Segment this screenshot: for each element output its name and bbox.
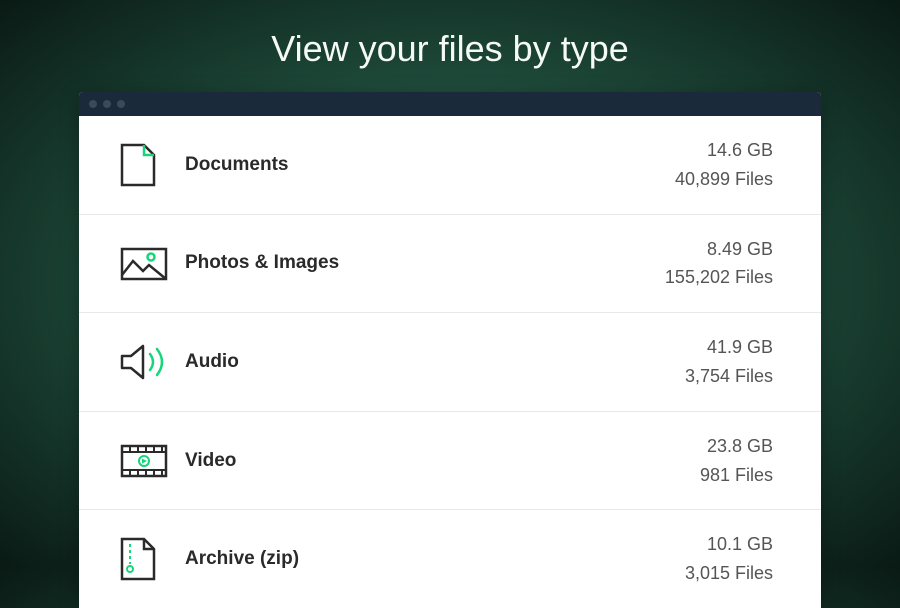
row-label: Photos & Images [185, 252, 665, 274]
row-stats: 23.8 GB 981 Files [700, 432, 773, 490]
page-title: View your files by type [0, 0, 900, 92]
row-file-count: 40,899 Files [675, 165, 773, 194]
window-dot [89, 100, 97, 108]
row-stats: 41.9 GB 3,754 Files [685, 333, 773, 391]
row-size: 41.9 GB [685, 333, 773, 362]
row-size: 14.6 GB [675, 136, 773, 165]
file-type-row-audio[interactable]: Audio 41.9 GB 3,754 Files [79, 313, 821, 412]
document-icon [119, 142, 171, 188]
row-label: Archive (zip) [185, 548, 685, 570]
row-size: 10.1 GB [685, 530, 773, 559]
row-file-count: 3,015 Files [685, 559, 773, 588]
app-window: Documents 14.6 GB 40,899 Files Photos & … [79, 92, 821, 608]
row-stats: 8.49 GB 155,202 Files [665, 235, 773, 293]
archive-icon [119, 536, 171, 582]
window-dot [103, 100, 111, 108]
row-file-count: 155,202 Files [665, 263, 773, 292]
window-dot [117, 100, 125, 108]
row-size: 23.8 GB [700, 432, 773, 461]
row-label: Video [185, 450, 700, 472]
row-label: Documents [185, 154, 675, 176]
row-label: Audio [185, 351, 685, 373]
row-stats: 10.1 GB 3,015 Files [685, 530, 773, 588]
photos-icon [119, 243, 171, 283]
row-stats: 14.6 GB 40,899 Files [675, 136, 773, 194]
video-icon [119, 442, 171, 480]
row-file-count: 3,754 Files [685, 362, 773, 391]
row-file-count: 981 Files [700, 461, 773, 490]
file-type-row-archive[interactable]: Archive (zip) 10.1 GB 3,015 Files [79, 510, 821, 608]
row-size: 8.49 GB [665, 235, 773, 264]
audio-icon [119, 340, 171, 384]
file-type-row-photos[interactable]: Photos & Images 8.49 GB 155,202 Files [79, 215, 821, 314]
file-type-row-video[interactable]: Video 23.8 GB 981 Files [79, 412, 821, 511]
window-titlebar [79, 92, 821, 116]
file-type-row-documents[interactable]: Documents 14.6 GB 40,899 Files [79, 116, 821, 215]
file-type-list: Documents 14.6 GB 40,899 Files Photos & … [79, 116, 821, 608]
